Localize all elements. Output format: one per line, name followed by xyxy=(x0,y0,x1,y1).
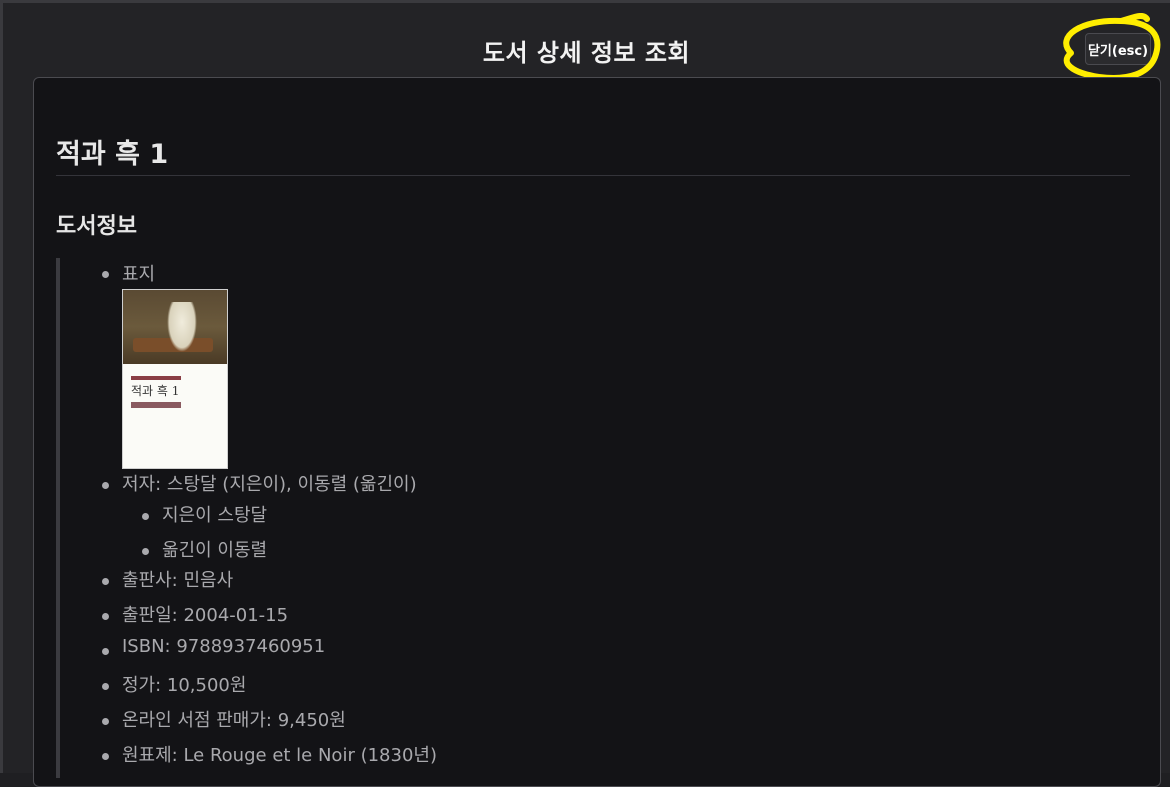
list-item-isbn: ISBN: 9788937460951 xyxy=(122,636,326,657)
list-item-contributor: 지은이 스탕달 xyxy=(162,505,268,526)
list-item-pub-date: 출판일: 2004-01-15 xyxy=(122,605,289,626)
list-bullet xyxy=(142,548,149,555)
list-bullet xyxy=(102,482,109,489)
list-item-original-title: 원표제: Le Rouge et le Noir (1830년) xyxy=(122,745,437,766)
content-panel[interactable]: 적과 흑 1 도서정보 표지 적과 흑 1 저자: 스탕달 (지은이), 이동렬… xyxy=(33,77,1161,787)
close-button[interactable]: 닫기(esc) xyxy=(1085,33,1151,65)
section-heading-book-info: 도서정보 xyxy=(56,214,137,239)
list-item-publisher: 출판사: 민음사 xyxy=(122,570,234,591)
modal-title: 도서 상세 정보 조회 xyxy=(482,39,691,67)
book-title: 적과 흑 1 xyxy=(56,139,169,170)
book-cover-image: 적과 흑 1 xyxy=(122,289,228,469)
list-item-author: 저자: 스탕달 (지은이), 이동렬 (옮긴이) xyxy=(122,474,417,495)
list-bullet xyxy=(102,683,109,690)
list-bullet xyxy=(102,718,109,725)
cover-title-text: 적과 흑 1 xyxy=(131,384,180,398)
list-bullet xyxy=(102,578,109,585)
list-bullet xyxy=(102,271,109,278)
list-item-price: 정가: 10,500원 xyxy=(122,675,247,696)
modal-window: 도서 상세 정보 조회 닫기(esc) 적과 흑 1 도서정보 표지 적과 흑 … xyxy=(0,0,1170,787)
list-bullet xyxy=(102,648,109,655)
list-bullet xyxy=(102,753,109,760)
list-bullet xyxy=(102,613,109,620)
list-item-cover-label: 표지 xyxy=(122,264,156,285)
book-info-blockquote: 표지 적과 흑 1 저자: 스탕달 (지은이), 이동렬 (옮긴이) 지은이 스… xyxy=(56,258,1116,778)
divider xyxy=(56,175,1130,176)
list-item-contributor: 옮긴이 이동렬 xyxy=(162,540,268,561)
list-bullet xyxy=(142,513,149,520)
list-item-sale-price: 온라인 서점 판매가: 9,450원 xyxy=(122,710,346,731)
cover-painting xyxy=(123,290,227,364)
